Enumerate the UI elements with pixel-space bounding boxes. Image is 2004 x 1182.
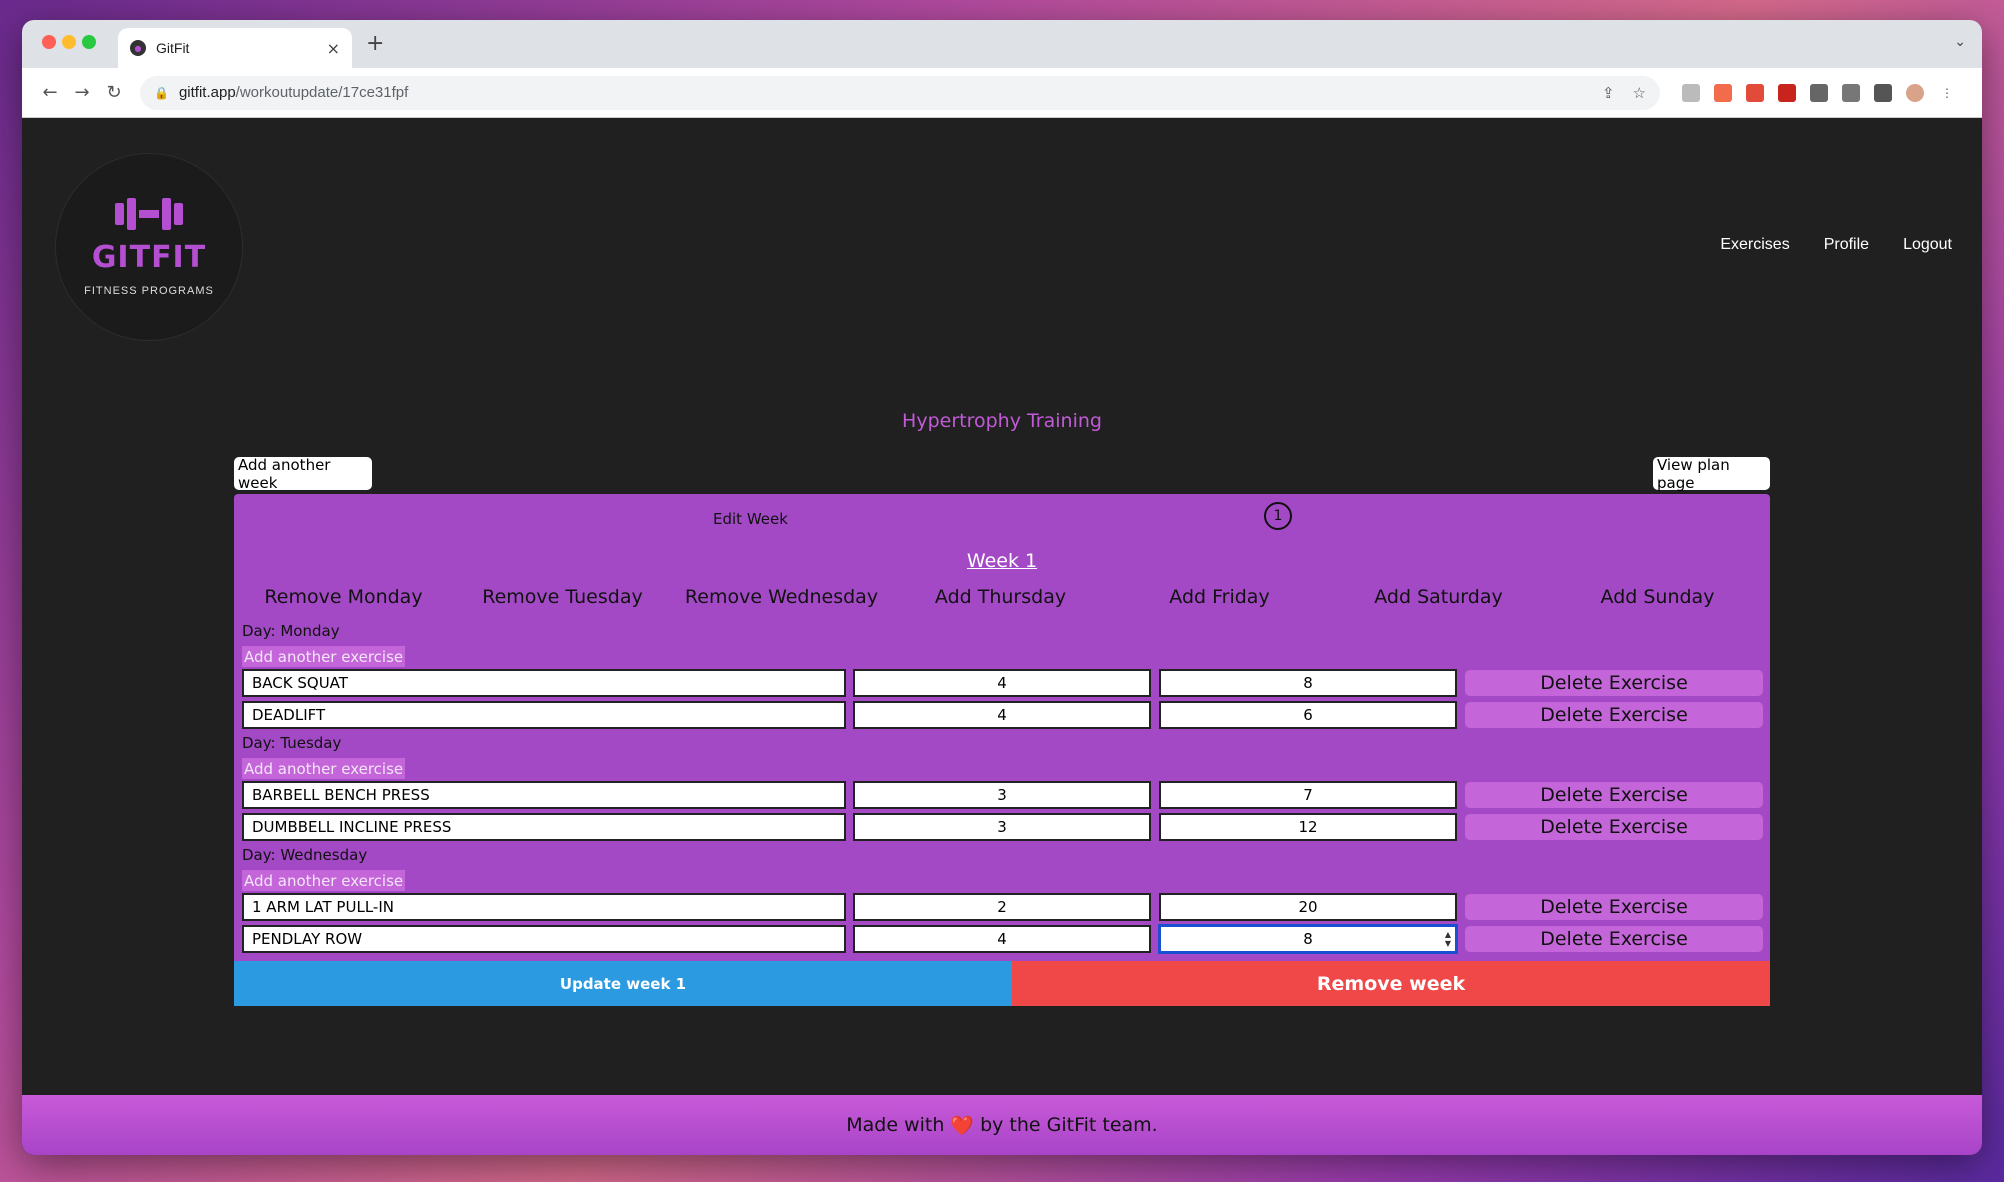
delete-exercise-button[interactable]: Delete Exercise bbox=[1465, 702, 1763, 728]
maximize-window-button[interactable] bbox=[82, 35, 96, 49]
pdf-extension-icon[interactable] bbox=[1778, 83, 1796, 102]
exercise-row: 1 ARM LAT PULL-IN 2 20 Delete Exercise bbox=[242, 893, 1764, 921]
add-thursday-button[interactable]: Add Thursday bbox=[891, 586, 1110, 608]
tab-search-chevron-icon[interactable]: ⌄ bbox=[1954, 34, 1966, 50]
bookmark-star-icon[interactable]: ☆ bbox=[1633, 84, 1646, 102]
reading-list-icon[interactable] bbox=[1842, 83, 1860, 102]
favicon-icon: ● bbox=[130, 40, 146, 56]
delete-exercise-button[interactable]: Delete Exercise bbox=[1465, 670, 1763, 696]
dumbbell-icon bbox=[115, 197, 183, 230]
add-exercise-monday-button[interactable]: Add another exercise bbox=[242, 646, 406, 667]
sets-field[interactable]: 3 bbox=[853, 781, 1151, 809]
reps-field[interactable]: 12 bbox=[1159, 813, 1457, 841]
remove-tuesday-button[interactable]: Remove Tuesday bbox=[453, 586, 672, 608]
nav-profile-link[interactable]: Profile bbox=[1824, 236, 1869, 254]
tab-strip: ● GitFit × + ⌄ bbox=[22, 20, 1982, 68]
add-exercise-wednesday-button[interactable]: Add another exercise bbox=[242, 870, 406, 891]
reps-field[interactable]: 8 bbox=[1159, 669, 1457, 697]
sets-field[interactable]: 4 bbox=[853, 925, 1151, 953]
exercise-name-field[interactable]: DUMBBELL INCLINE PRESS bbox=[242, 813, 846, 841]
exercise-row: BACK SQUAT 4 8 Delete Exercise bbox=[242, 669, 1764, 697]
close-window-button[interactable] bbox=[42, 35, 56, 49]
extension-icon[interactable] bbox=[1682, 83, 1700, 102]
day-label-monday: Day: Monday bbox=[242, 622, 340, 640]
remove-week-button[interactable]: Remove week bbox=[1012, 961, 1770, 1006]
sets-field[interactable]: 2 bbox=[853, 893, 1151, 921]
plan-title: Hypertrophy Training bbox=[902, 410, 1102, 432]
top-nav: Exercises Profile Logout bbox=[1720, 236, 1952, 254]
week-number-badge: 1 bbox=[1264, 502, 1292, 530]
sets-field[interactable]: 4 bbox=[853, 701, 1151, 729]
profile-avatar[interactable] bbox=[1906, 83, 1924, 102]
page-content: GITFIT FITNESS PROGRAMS Exercises Profil… bbox=[22, 118, 1982, 1155]
exercise-name-field[interactable]: PENDLAY ROW bbox=[242, 925, 846, 953]
browser-window: ● GitFit × + ⌄ ← → ↻ 🔒 gitfit.app/workou… bbox=[22, 20, 1982, 1155]
nav-exercises-link[interactable]: Exercises bbox=[1720, 236, 1789, 254]
reps-field[interactable]: 7 bbox=[1159, 781, 1457, 809]
exercise-name-field[interactable]: DEADLIFT bbox=[242, 701, 846, 729]
reps-field[interactable]: 8 ▲ ▼ bbox=[1158, 924, 1458, 954]
update-week-button[interactable]: Update week 1 bbox=[234, 961, 1012, 1006]
back-icon[interactable]: ← bbox=[34, 82, 66, 103]
url-host: gitfit.app bbox=[178, 84, 236, 101]
add-friday-button[interactable]: Add Friday bbox=[1110, 586, 1329, 608]
more-menu-icon[interactable]: ⋮ bbox=[1938, 84, 1956, 102]
sets-field[interactable]: 3 bbox=[853, 813, 1151, 841]
delete-exercise-button[interactable]: Delete Exercise bbox=[1465, 782, 1763, 808]
forward-icon[interactable]: → bbox=[66, 82, 98, 103]
day-label-wednesday: Day: Wednesday bbox=[242, 846, 368, 864]
add-another-week-button[interactable]: Add another week bbox=[234, 456, 372, 492]
footer: Made with ❤️ by the GitFit team. bbox=[22, 1095, 1982, 1155]
add-exercise-tuesday-button[interactable]: Add another exercise bbox=[242, 758, 406, 779]
reps-field[interactable]: 6 bbox=[1159, 701, 1457, 729]
extension-icon[interactable] bbox=[1746, 83, 1764, 102]
reps-field[interactable]: 20 bbox=[1159, 893, 1457, 921]
delete-exercise-button[interactable]: Delete Exercise bbox=[1465, 814, 1763, 840]
logo-subtitle: FITNESS PROGRAMS bbox=[84, 284, 214, 297]
browser-toolbar: ← → ↻ 🔒 gitfit.app/workoutupdate/17ce31f… bbox=[22, 68, 1982, 118]
remove-monday-button[interactable]: Remove Monday bbox=[234, 586, 453, 608]
add-saturday-button[interactable]: Add Saturday bbox=[1329, 586, 1548, 608]
lock-icon: 🔒 bbox=[154, 85, 169, 100]
exercise-name-field[interactable]: BACK SQUAT bbox=[242, 669, 846, 697]
footer-suffix: by the GitFit team. bbox=[980, 1114, 1158, 1136]
stepper-arrows-icon[interactable]: ▲ ▼ bbox=[1445, 930, 1451, 948]
nav-logout-link[interactable]: Logout bbox=[1903, 236, 1952, 254]
footer-prefix: Made with bbox=[846, 1114, 945, 1136]
sets-field[interactable]: 4 bbox=[853, 669, 1151, 697]
reload-icon[interactable]: ↻ bbox=[98, 82, 130, 103]
exercise-name-field[interactable]: 1 ARM LAT PULL-IN bbox=[242, 893, 846, 921]
exercise-row: DEADLIFT 4 6 Delete Exercise bbox=[242, 701, 1764, 729]
share-icon[interactable]: ⇪ bbox=[1602, 84, 1615, 102]
add-sunday-button[interactable]: Add Sunday bbox=[1548, 586, 1767, 608]
url-path: /workoutupdate/17ce31fpf bbox=[235, 84, 409, 101]
exercise-name-field[interactable]: BARBELL BENCH PRESS bbox=[242, 781, 846, 809]
gitfit-logo[interactable]: GITFIT FITNESS PROGRAMS bbox=[56, 154, 242, 340]
logo-title: GITFIT bbox=[91, 239, 207, 275]
day-label-tuesday: Day: Tuesday bbox=[242, 734, 342, 752]
heart-icon: ❤️ bbox=[950, 1114, 975, 1137]
address-bar[interactable]: 🔒 gitfit.app/workoutupdate/17ce31fpf ⇪ ☆ bbox=[140, 75, 1660, 110]
tab-title: GitFit bbox=[156, 40, 190, 56]
reps-value: 8 bbox=[1303, 930, 1313, 948]
exercise-row: BARBELL BENCH PRESS 3 7 Delete Exercise bbox=[242, 781, 1764, 809]
edit-week-label: Edit Week bbox=[713, 510, 788, 528]
delete-exercise-button[interactable]: Delete Exercise bbox=[1465, 894, 1763, 920]
week-title-link[interactable]: Week 1 bbox=[234, 550, 1770, 572]
view-plan-page-button[interactable]: View plan page bbox=[1653, 456, 1770, 492]
extension-icon[interactable] bbox=[1714, 83, 1732, 102]
week-editor-panel: Edit Week 1 Week 1 Remove Monday Remove … bbox=[234, 494, 1770, 997]
browser-tab[interactable]: ● GitFit × bbox=[118, 28, 352, 68]
puzzle-icon[interactable] bbox=[1810, 83, 1828, 102]
day-toggle-row: Remove Monday Remove Tuesday Remove Wedn… bbox=[234, 586, 1770, 608]
exercise-row: DUMBBELL INCLINE PRESS 3 12 Delete Exerc… bbox=[242, 813, 1764, 841]
tab-close-icon[interactable]: × bbox=[327, 39, 340, 58]
minimize-window-button[interactable] bbox=[62, 35, 76, 49]
side-panel-icon[interactable] bbox=[1874, 83, 1892, 102]
exercise-row: PENDLAY ROW 4 8 ▲ ▼ Delete Exercise bbox=[242, 924, 1764, 954]
delete-exercise-button[interactable]: Delete Exercise bbox=[1465, 926, 1763, 952]
new-tab-icon[interactable]: + bbox=[366, 31, 384, 56]
remove-wednesday-button[interactable]: Remove Wednesday bbox=[672, 586, 891, 608]
